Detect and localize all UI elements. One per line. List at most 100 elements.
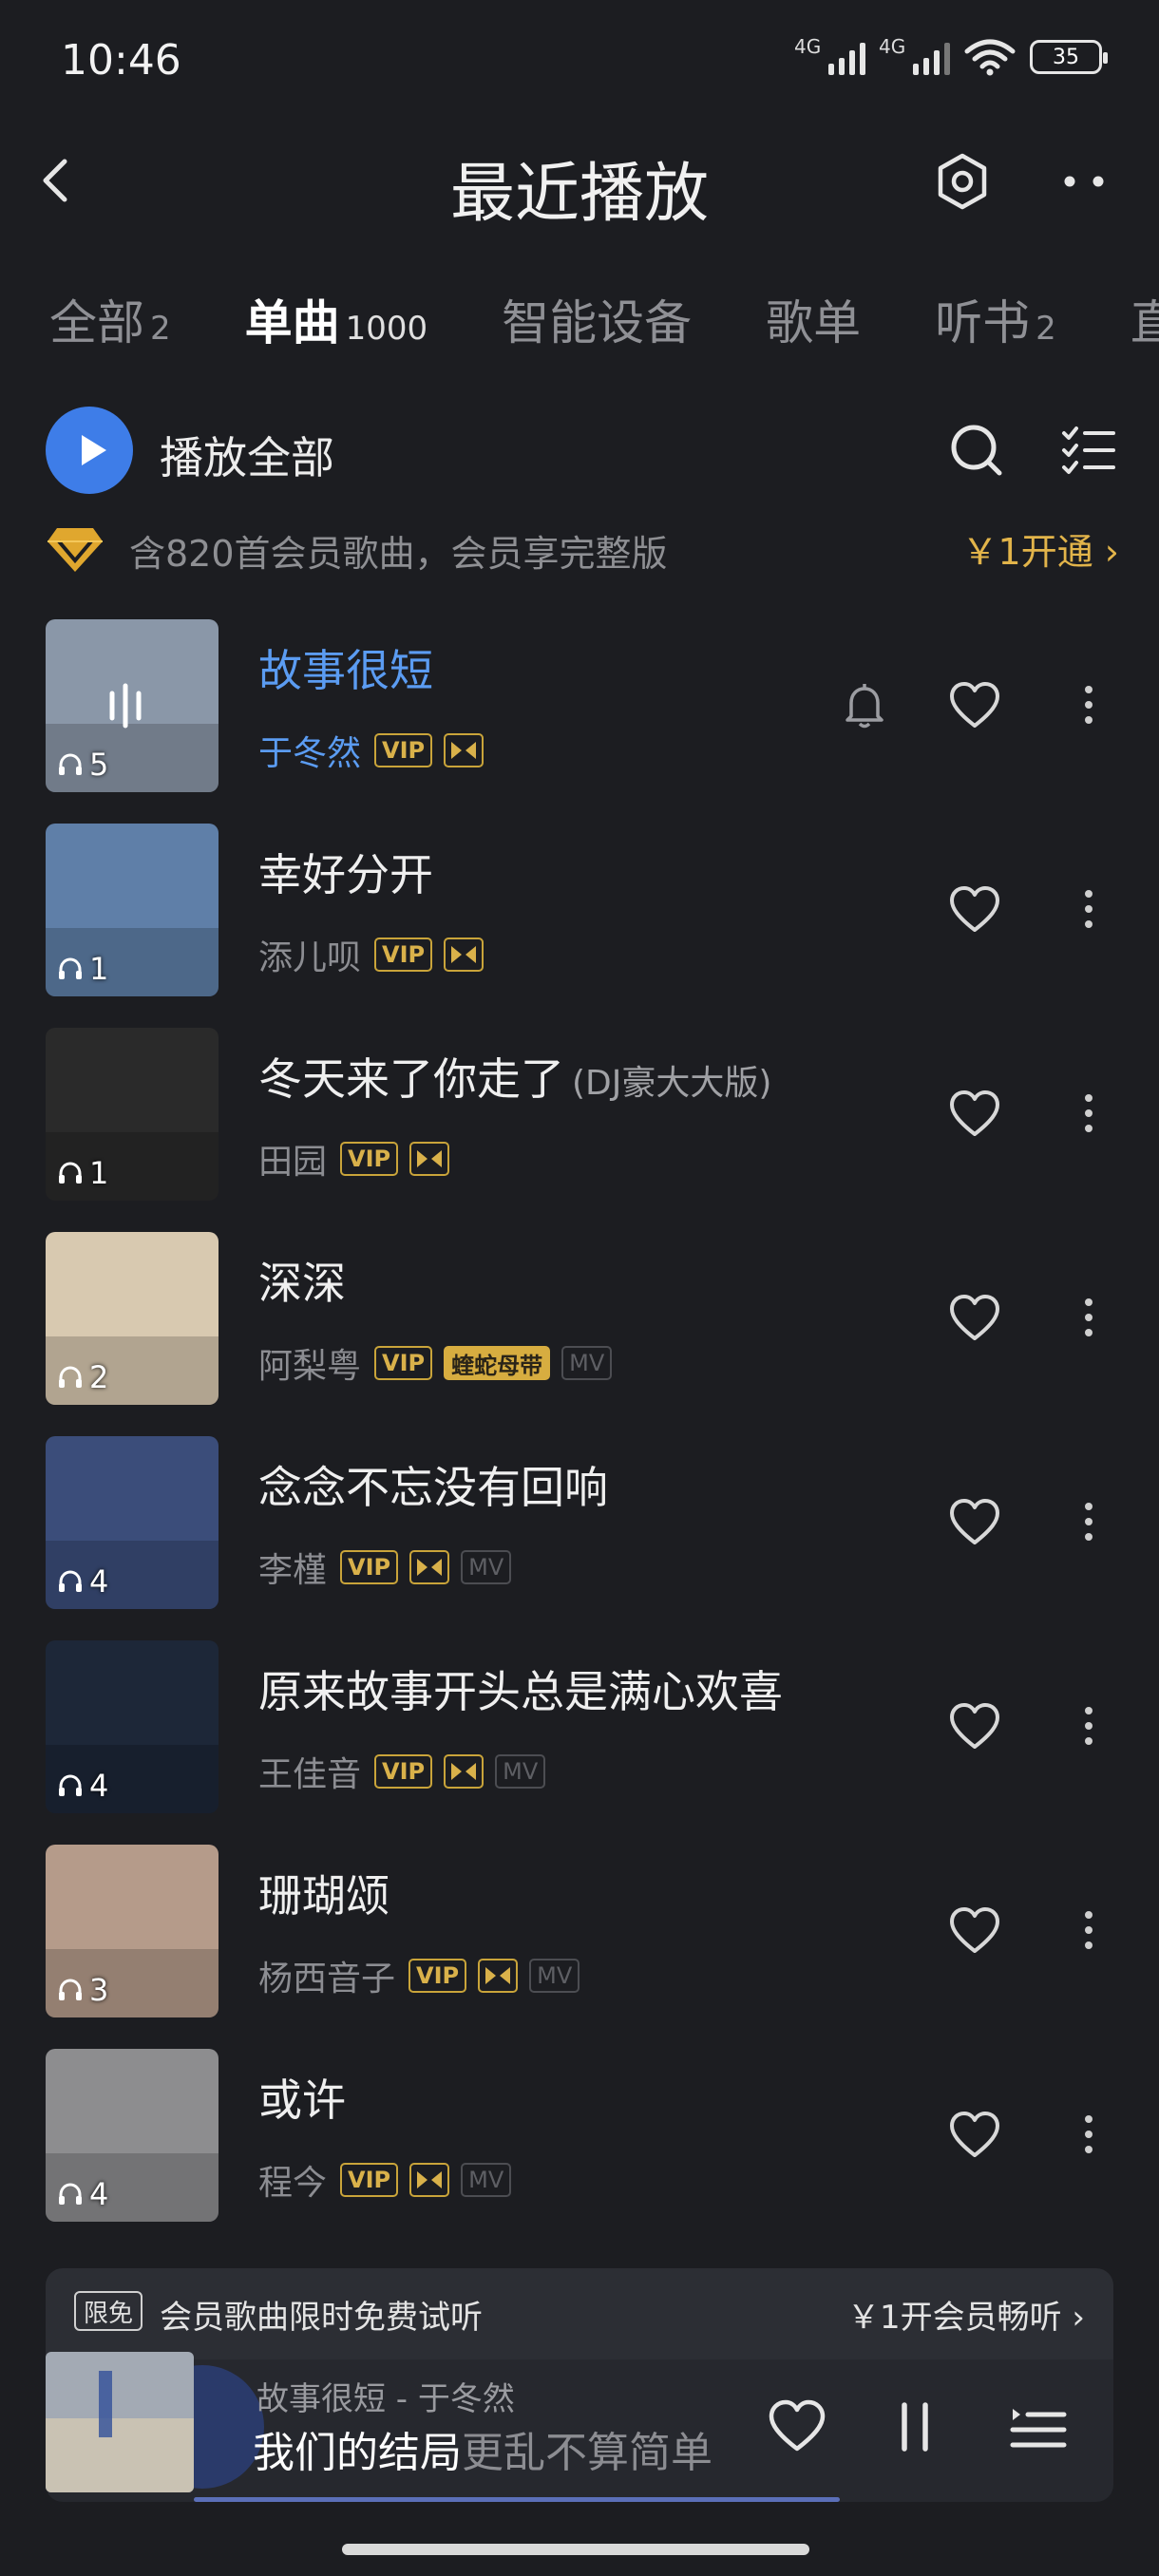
song-artist[interactable]: 杨西音子	[258, 1951, 395, 2000]
play-count: 1	[57, 951, 108, 987]
song-artist[interactable]: 于冬然	[258, 726, 361, 775]
status-bar: 10:46 4G 4G 35	[0, 0, 1159, 123]
tab-playlists[interactable]: 歌单	[766, 285, 861, 353]
song-title: 幸好分开	[258, 849, 433, 900]
like-heart-icon[interactable]	[946, 1289, 1003, 1346]
cell-signal-icon-2: 4G	[879, 35, 950, 75]
tab-live[interactable]: 直	[1130, 285, 1159, 353]
song-more-icon[interactable]	[1070, 1902, 1108, 1959]
song-version: (DJ豪大大版)	[572, 1064, 772, 1103]
hq-audio-badge	[478, 1959, 519, 1993]
search-icon[interactable]	[946, 420, 1007, 481]
free-trial-bar[interactable]: 限免 会员歌曲限时免费试听 ￥1开会员畅听 ›	[46, 2268, 1113, 2359]
mv-badge[interactable]: MV	[561, 1346, 613, 1380]
song-row[interactable]: 4 或许 程今 VIP MV	[0, 2049, 1159, 2253]
tab-singles[interactable]: 单曲 1000	[245, 285, 428, 353]
vip-badge: VIP	[374, 733, 433, 767]
song-row[interactable]: 4 念念不忘没有回响 李槿 VIP MV	[0, 1436, 1159, 1640]
vip-banner-text: 含820首会员歌曲，会员享完整版	[129, 533, 668, 575]
favorite-heart-icon[interactable]	[764, 2394, 830, 2460]
headphones-icon	[59, 1979, 82, 2000]
song-more-icon[interactable]	[1070, 676, 1108, 733]
status-time: 10:46	[61, 36, 181, 85]
song-cover[interactable]: 4	[46, 1436, 218, 1609]
status-icons: 4G 4G 35	[794, 35, 1108, 76]
tab-audiobooks[interactable]: 听书 2	[935, 285, 1056, 353]
more-icon[interactable]	[1051, 148, 1117, 215]
song-artist[interactable]: 田园	[258, 1134, 327, 1184]
play-all-button[interactable]	[46, 407, 133, 494]
playlist-queue-icon[interactable]	[1005, 2394, 1072, 2460]
vip-open-link[interactable]: ￥1开通 ›	[962, 522, 1119, 575]
song-cover[interactable]: 5	[46, 619, 218, 792]
mv-badge[interactable]: MV	[495, 1754, 546, 1789]
song-title: 故事很短	[258, 645, 433, 696]
song-cover[interactable]: 4	[46, 1640, 218, 1813]
headphones-icon	[59, 957, 82, 979]
hq-audio-badge	[409, 1142, 450, 1176]
song-more-icon[interactable]	[1070, 1289, 1108, 1346]
headphones-icon	[59, 753, 82, 775]
trial-message: 会员歌曲限时免费试听	[160, 2299, 483, 2337]
song-meta: 阿梨粤 VIP 蝰蛇母带 MV	[258, 1338, 613, 1388]
now-playing-cover[interactable]	[46, 2352, 194, 2492]
song-artist[interactable]: 李槿	[258, 1543, 327, 1592]
diamond-vip-icon	[48, 528, 103, 572]
mv-badge[interactable]: MV	[461, 2163, 512, 2197]
vip-badge: VIP	[408, 1959, 467, 1993]
song-artist[interactable]: 王佳音	[258, 1747, 361, 1796]
like-heart-icon[interactable]	[946, 881, 1003, 938]
like-heart-icon[interactable]	[946, 1085, 1003, 1142]
like-heart-icon[interactable]	[946, 2106, 1003, 2163]
song-more-icon[interactable]	[1070, 2106, 1108, 2163]
now-playing-title: 故事很短 - 于冬然	[256, 2380, 515, 2418]
tab-all[interactable]: 全部 2	[49, 285, 171, 353]
hq-audio-badge	[409, 2163, 450, 2197]
song-artist[interactable]: 添儿呗	[258, 930, 361, 979]
vip-badge: VIP	[374, 1346, 433, 1380]
song-meta: 王佳音 VIP MV	[258, 1747, 546, 1796]
home-indicator[interactable]	[342, 2544, 809, 2555]
like-heart-icon[interactable]	[946, 1493, 1003, 1550]
category-tabs: 全部 2 单曲 1000 智能设备 歌单 听书 2 直	[49, 285, 1159, 353]
play-all-label[interactable]: 播放全部	[160, 424, 334, 486]
mini-player[interactable]: 故事很短 - 于冬然 我们的结局更乱不算简单	[46, 2352, 1113, 2502]
playback-progress-bar[interactable]	[194, 2497, 840, 2502]
top-bar: 最近播放	[0, 123, 1159, 237]
song-row[interactable]: 1 幸好分开 添儿呗 VIP	[0, 824, 1159, 1028]
song-cover[interactable]: 3	[46, 1845, 218, 2017]
mv-badge[interactable]: MV	[529, 1959, 580, 1993]
mv-badge[interactable]: MV	[461, 1550, 512, 1584]
like-heart-icon[interactable]	[946, 1697, 1003, 1754]
trial-cta-link[interactable]: ￥1开会员畅听 ›	[847, 2291, 1085, 2338]
pause-icon[interactable]	[882, 2394, 948, 2460]
song-cover[interactable]: 1	[46, 824, 218, 996]
song-row[interactable]: 2 深深 阿梨粤 VIP 蝰蛇母带 MV	[0, 1232, 1159, 1436]
hq-audio-badge	[444, 733, 484, 767]
song-row[interactable]: 3 珊瑚颂 杨西音子 VIP MV	[0, 1845, 1159, 2049]
song-title: 念念不忘没有回响	[258, 1462, 608, 1513]
headphones-icon	[59, 2183, 82, 2205]
song-row[interactable]: 5 故事很短 于冬然 VIP	[0, 619, 1159, 824]
song-artist[interactable]: 阿梨粤	[258, 1338, 361, 1388]
song-row[interactable]: 4 原来故事开头总是满心欢喜 王佳音 VIP MV	[0, 1640, 1159, 1845]
bell-icon[interactable]	[838, 678, 891, 731]
like-heart-icon[interactable]	[946, 1902, 1003, 1959]
tab-smart-devices[interactable]: 智能设备	[502, 285, 692, 353]
like-heart-icon[interactable]	[946, 676, 1003, 733]
song-cover[interactable]: 4	[46, 2049, 218, 2222]
song-row[interactable]: 1 冬天来了你走了 (DJ豪大大版) 田园 VIP	[0, 1028, 1159, 1232]
song-more-icon[interactable]	[1070, 881, 1108, 938]
song-more-icon[interactable]	[1070, 1493, 1108, 1550]
vip-banner[interactable]: 含820首会员歌曲，会员享完整版 ￥1开通 ›	[46, 521, 1119, 578]
song-more-icon[interactable]	[1070, 1697, 1108, 1754]
song-cover[interactable]: 2	[46, 1232, 218, 1405]
song-meta: 李槿 VIP MV	[258, 1543, 512, 1592]
song-artist[interactable]: 程今	[258, 2155, 327, 2205]
multi-select-list-icon[interactable]	[1058, 420, 1119, 481]
wifi-icon	[964, 39, 1016, 76]
song-more-icon[interactable]	[1070, 1085, 1108, 1142]
song-cover[interactable]: 1	[46, 1028, 218, 1201]
settings-hexagon-icon[interactable]	[929, 148, 996, 215]
viper-master-badge: 蝰蛇母带	[444, 1346, 551, 1380]
